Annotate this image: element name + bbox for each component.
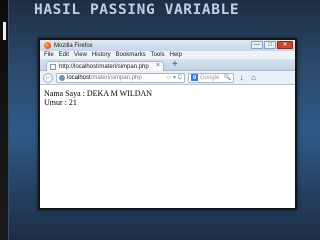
tab-label: http://localhost/materi/simpan.php	[59, 63, 149, 70]
address-bar[interactable]: localhost /materi/simpan.php ☆ ▾ C	[56, 72, 185, 83]
page-content: Nama Saya : DEKA M WILDAN Umur : 21	[40, 85, 295, 111]
back-arrow-icon[interactable]: ←	[43, 72, 53, 83]
age-line: Umur : 21	[44, 98, 77, 107]
site-identity-icon	[59, 74, 65, 81]
menu-bookmarks[interactable]: Bookmarks	[116, 52, 146, 58]
menu-bar: File Edit View History Bookmarks Tools H…	[40, 51, 295, 59]
browser-window: Mozilla Firefox — □ ✕ File Edit View His…	[40, 40, 295, 208]
search-icon[interactable]: 🔍	[224, 74, 231, 81]
search-bar[interactable]: g Google 🔍	[188, 72, 234, 83]
menu-view[interactable]: View	[74, 52, 87, 58]
close-tab-icon[interactable]: ×	[156, 62, 160, 69]
url-tools[interactable]: ☆ ▾ C	[166, 74, 182, 81]
home-icon[interactable]: ⌂	[249, 73, 258, 82]
name-line: Nama Saya : DEKA M WILDAN	[44, 89, 153, 98]
window-title: Mozilla Firefox	[54, 42, 93, 49]
menu-file[interactable]: File	[44, 52, 54, 58]
url-path: /materi/simpan.php	[90, 74, 142, 81]
firefox-icon	[44, 42, 51, 49]
menu-help[interactable]: Help	[170, 52, 182, 58]
menu-tools[interactable]: Tools	[151, 52, 165, 58]
search-placeholder: Google	[200, 74, 220, 81]
minimize-button[interactable]: —	[251, 41, 263, 49]
navigation-bar: ← localhost /materi/simpan.php ☆ ▾ C g G…	[40, 71, 295, 85]
url-host: localhost	[67, 74, 91, 81]
download-icon[interactable]: ↓	[237, 73, 246, 82]
new-tab-button[interactable]: +	[172, 59, 178, 70]
menu-edit[interactable]: Edit	[59, 52, 69, 58]
search-engine-icon[interactable]: g	[191, 74, 198, 81]
maximize-button[interactable]: □	[264, 41, 276, 49]
window-titlebar: Mozilla Firefox — □ ✕	[40, 40, 295, 51]
tab-simpan[interactable]: http://localhost/materi/simpan.php ×	[46, 61, 164, 71]
window-controls: — □ ✕	[251, 41, 293, 49]
slide-left-bar	[0, 0, 9, 240]
page-icon	[50, 63, 56, 70]
close-window-button[interactable]: ✕	[277, 41, 293, 49]
slide-marker	[3, 22, 6, 40]
menu-history[interactable]: History	[92, 52, 111, 58]
screenshot-frame: Mozilla Firefox — □ ✕ File Edit View His…	[38, 38, 297, 210]
tab-bar: http://localhost/materi/simpan.php × +	[40, 59, 295, 71]
slide-title: HASIL PASSING VARIABLE	[34, 2, 240, 18]
